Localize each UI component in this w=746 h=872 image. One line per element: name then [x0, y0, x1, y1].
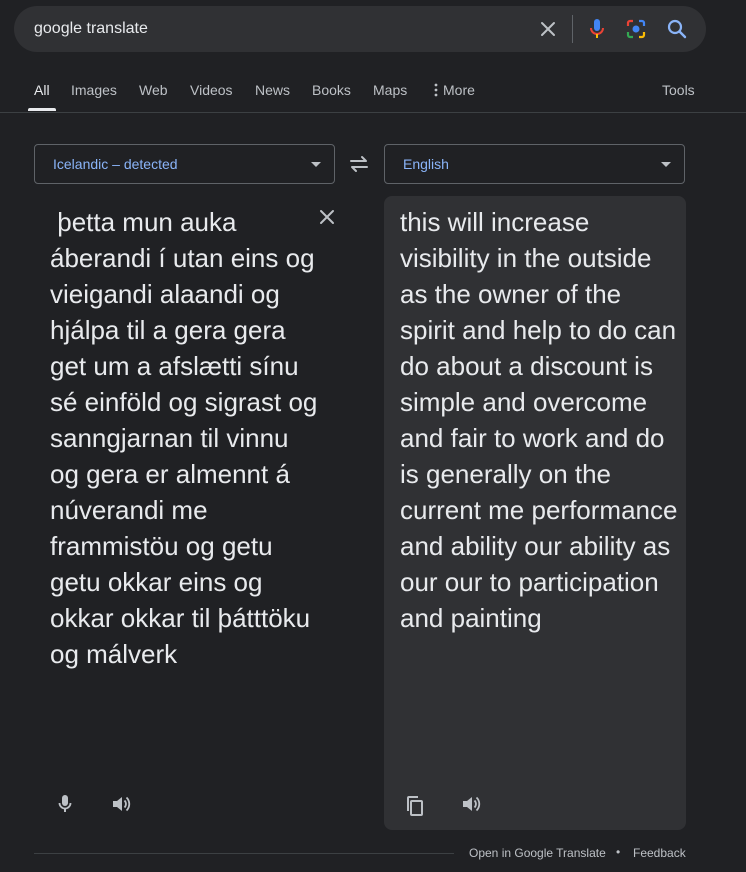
- voice-search-icon[interactable]: [584, 16, 610, 42]
- tab-videos[interactable]: Videos: [190, 82, 233, 98]
- source-text-panel: þetta mun auka áberandi í utan eins og v…: [34, 196, 352, 830]
- clear-source-icon[interactable]: [316, 206, 338, 228]
- chevron-down-icon: [661, 161, 671, 167]
- copy-icon[interactable]: [402, 793, 428, 819]
- search-bar: [14, 6, 706, 52]
- search-input[interactable]: [34, 6, 514, 52]
- feedback-link[interactable]: Feedback: [633, 846, 686, 860]
- tab-maps[interactable]: Maps: [373, 82, 407, 98]
- source-language-label: Icelandic – detected: [53, 156, 178, 172]
- tab-books[interactable]: Books: [312, 82, 351, 98]
- microphone-icon[interactable]: [52, 791, 78, 817]
- source-text-input[interactable]: þetta mun auka áberandi í utan eins og v…: [50, 204, 318, 672]
- swap-languages-icon[interactable]: [345, 151, 373, 177]
- target-language-select[interactable]: English: [384, 144, 685, 184]
- tabs-divider: [0, 112, 746, 113]
- tab-all[interactable]: All: [34, 82, 50, 98]
- open-in-google-translate-link[interactable]: Open in Google Translate: [469, 846, 606, 860]
- tools-button[interactable]: Tools: [662, 82, 695, 98]
- tab-more-label: More: [443, 82, 475, 98]
- translated-text: this will increase visibility in the out…: [400, 207, 678, 633]
- target-language-label: English: [403, 156, 449, 172]
- source-language-select[interactable]: Icelandic – detected: [34, 144, 335, 184]
- clear-search-icon[interactable]: [535, 16, 561, 42]
- search-tabs: All Images Web Videos News Books Maps Mo…: [0, 72, 746, 112]
- footer-separator: •: [616, 845, 621, 859]
- search-icon[interactable]: [664, 16, 690, 42]
- listen-translation-icon[interactable]: [458, 791, 484, 817]
- tab-web[interactable]: Web: [139, 82, 168, 98]
- search-results-page: All Images Web Videos News Books Maps Mo…: [0, 0, 746, 872]
- lens-search-icon[interactable]: [623, 16, 649, 42]
- chevron-down-icon: [311, 161, 321, 167]
- tab-news[interactable]: News: [255, 82, 290, 98]
- tab-more[interactable]: More: [434, 82, 475, 98]
- active-tab-indicator: [28, 108, 56, 111]
- footer-divider: [34, 853, 454, 854]
- search-divider: [572, 15, 573, 43]
- more-vert-icon: [434, 83, 438, 97]
- tab-images[interactable]: Images: [71, 82, 117, 98]
- translation-panel: this will increase visibility in the out…: [384, 196, 686, 830]
- listen-source-icon[interactable]: [108, 791, 134, 817]
